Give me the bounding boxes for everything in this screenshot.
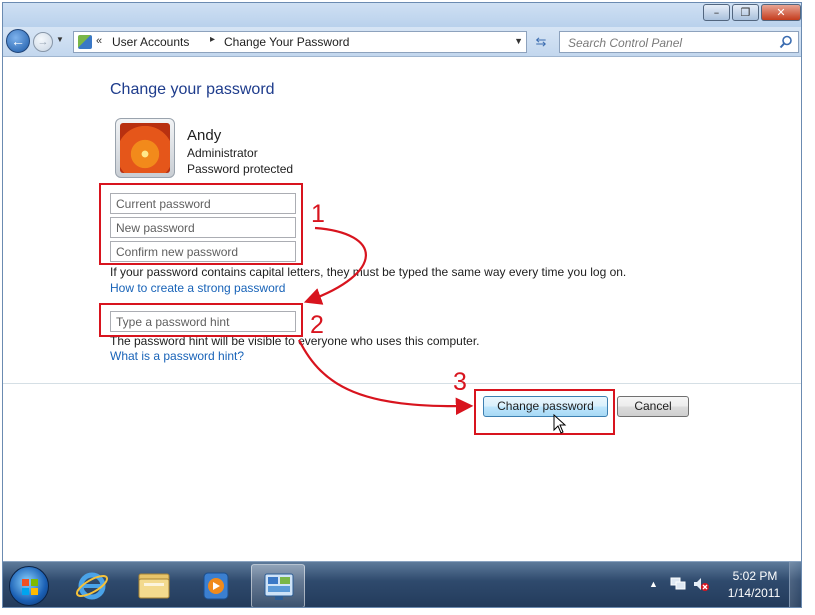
taskbar: ▲ 5:02 PM 1/14/2011 bbox=[3, 561, 801, 607]
windows-logo-icon bbox=[22, 579, 38, 595]
taskbar-control-panel[interactable] bbox=[251, 564, 305, 607]
show-desktop-button[interactable] bbox=[789, 562, 801, 607]
taskbar-internet-explorer[interactable] bbox=[65, 564, 119, 607]
search-icon[interactable] bbox=[779, 35, 793, 49]
back-button[interactable]: ← bbox=[6, 29, 30, 53]
strong-password-link[interactable]: How to create a strong password bbox=[110, 281, 285, 295]
recent-pages-button[interactable]: ▼ bbox=[56, 35, 64, 44]
title-bar: – ❐ ✕ bbox=[3, 3, 801, 27]
mouse-cursor-icon bbox=[553, 414, 567, 434]
chevron-down-icon: ▼ bbox=[56, 35, 64, 44]
taskbar-windows-explorer[interactable] bbox=[127, 564, 181, 607]
breadcrumb-separator[interactable]: ▸ bbox=[210, 34, 215, 45]
annotation-step-2: 2 bbox=[310, 311, 324, 339]
start-button[interactable] bbox=[9, 566, 49, 606]
network-icon[interactable] bbox=[670, 576, 686, 592]
breadcrumb-change-your-password[interactable]: Change Your Password bbox=[224, 35, 349, 49]
clock-date[interactable]: 1/14/2011 bbox=[723, 586, 785, 600]
taskbar-media-player[interactable] bbox=[189, 564, 243, 607]
annotation-arrow-2-to-3 bbox=[298, 339, 474, 416]
main-content: Change your password Andy Administrator … bbox=[3, 58, 801, 561]
avatar bbox=[115, 118, 175, 178]
show-hidden-icons-button[interactable]: ▲ bbox=[649, 579, 658, 589]
address-dropdown-icon[interactable]: ▼ bbox=[514, 36, 523, 46]
clock-time[interactable]: 5:02 PM bbox=[725, 569, 785, 583]
maximize-button[interactable]: ❐ bbox=[732, 4, 759, 21]
internet-explorer-icon bbox=[75, 572, 109, 600]
divider bbox=[3, 383, 801, 384]
media-player-icon bbox=[203, 572, 229, 600]
user-picture bbox=[120, 123, 170, 173]
control-panel-icon bbox=[264, 573, 294, 600]
control-panel-window: – ❐ ✕ ← → ▼ « User Accounts ▸ Change You… bbox=[2, 2, 802, 608]
user-name: Andy bbox=[187, 127, 222, 144]
cancel-button[interactable]: Cancel bbox=[617, 396, 689, 417]
annotation-box-step-2 bbox=[99, 303, 303, 337]
breadcrumb-overflow[interactable]: « bbox=[96, 35, 102, 47]
breadcrumb-user-accounts[interactable]: User Accounts bbox=[112, 35, 189, 49]
password-hint-link[interactable]: What is a password hint? bbox=[110, 349, 244, 363]
arrow-left-icon: ← bbox=[11, 33, 25, 49]
annotation-step-3: 3 bbox=[453, 368, 467, 396]
page-title: Change your password bbox=[110, 81, 275, 98]
capital-letters-note: If your password contains capital letter… bbox=[110, 265, 627, 279]
user-role: Administrator bbox=[187, 146, 258, 160]
user-status: Password protected bbox=[187, 162, 294, 176]
minimize-button[interactable]: – bbox=[703, 4, 730, 21]
address-bar[interactable]: « User Accounts ▸ Change Your Password ▼ bbox=[73, 31, 527, 53]
control-panel-icon bbox=[78, 35, 92, 49]
annotation-box-step-3 bbox=[474, 389, 615, 435]
forward-button[interactable]: → bbox=[33, 32, 53, 52]
refresh-icon: ⇆ bbox=[535, 34, 547, 49]
navigation-bar: ← → ▼ « User Accounts ▸ Change Your Pass… bbox=[3, 27, 801, 57]
folder-icon bbox=[138, 573, 170, 599]
arrow-right-icon: → bbox=[37, 36, 49, 48]
search-box bbox=[559, 31, 799, 53]
refresh-button[interactable]: ⇆ bbox=[531, 32, 551, 52]
volume-muted-icon[interactable] bbox=[693, 576, 709, 592]
annotation-box-step-1 bbox=[99, 183, 303, 265]
search-input[interactable] bbox=[568, 35, 768, 51]
close-button[interactable]: ✕ bbox=[761, 4, 801, 21]
annotation-step-1: 1 bbox=[311, 200, 325, 228]
